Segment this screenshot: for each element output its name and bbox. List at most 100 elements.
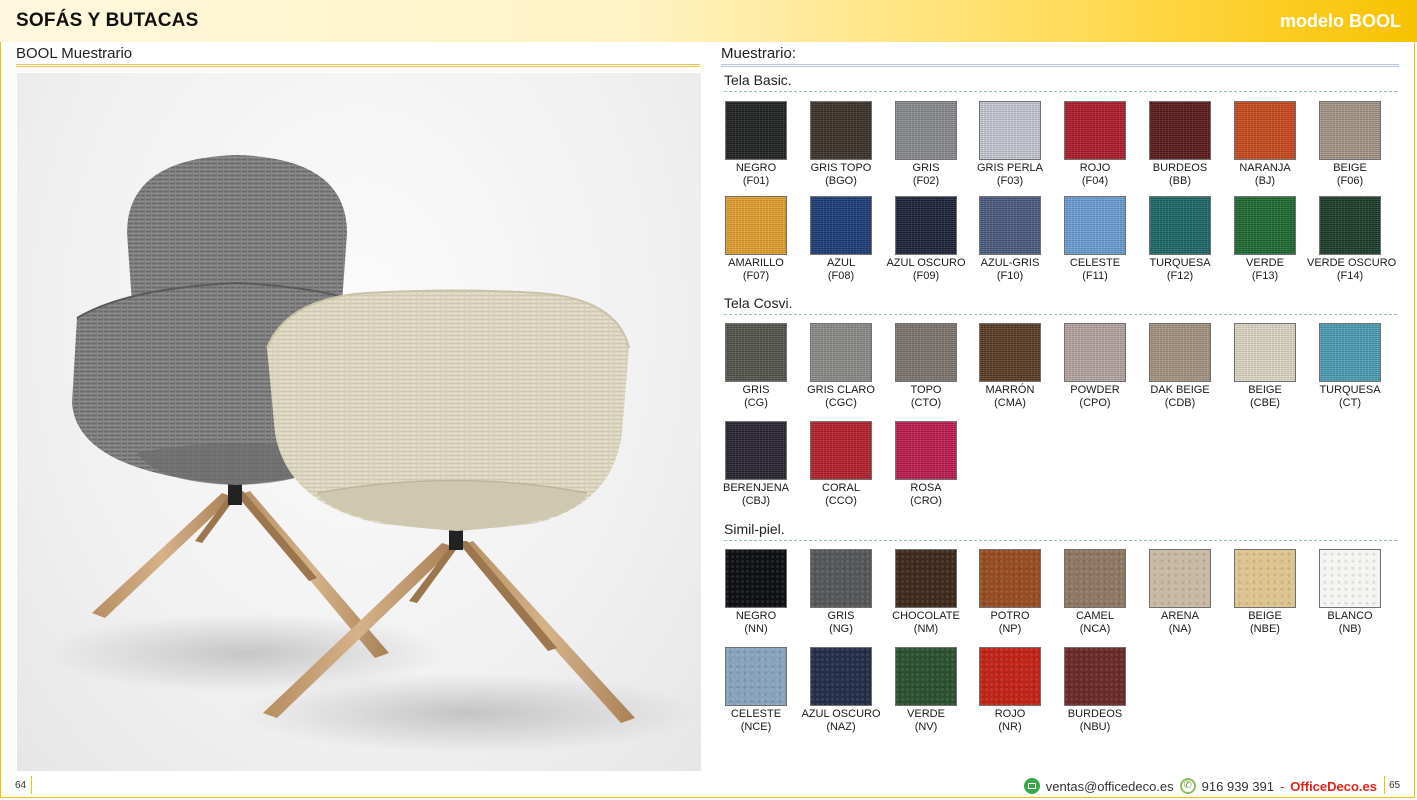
- left-heading: BOOL Muestrario: [16, 45, 133, 62]
- swatch-code: (CDB): [1164, 397, 1196, 409]
- swatch-code: (F08): [827, 270, 855, 282]
- swatch-simil[interactable]: CHOCOLATE (NM): [883, 549, 969, 636]
- section-rule-cosvi: [724, 314, 1397, 315]
- swatch-simil[interactable]: GRIS (NG): [798, 549, 884, 636]
- swatch-chip: [810, 549, 872, 608]
- swatch-code: (CRO): [910, 495, 942, 507]
- swatch-simil[interactable]: BEIGE (NBE): [1222, 549, 1308, 636]
- swatch-name: TURQUESA: [1149, 257, 1211, 269]
- swatch-code: (NBE): [1250, 623, 1280, 635]
- swatch-cosvi[interactable]: GRIS (CG): [713, 323, 799, 410]
- swatch-cosvi[interactable]: GRIS CLARO (CGC): [798, 323, 884, 410]
- page-number-right: 65: [1389, 780, 1401, 791]
- swatch-basic[interactable]: ROJO (F04): [1052, 101, 1138, 188]
- swatch-basic[interactable]: VERDE (F13): [1222, 196, 1308, 283]
- section-title-basic: Tela Basic.: [724, 72, 792, 88]
- swatch-chip: [725, 421, 787, 480]
- swatch-code: (F02): [912, 175, 940, 187]
- swatch-name: CORAL: [822, 482, 860, 494]
- swatch-simil[interactable]: BURDEOS (NBU): [1052, 647, 1138, 734]
- section-title-cosvi: Tela Cosvi.: [724, 295, 793, 311]
- swatch-simil[interactable]: CAMEL (NCA): [1052, 549, 1138, 636]
- left-divider: [16, 64, 700, 67]
- swatch-chip: [895, 196, 957, 255]
- swatch-basic[interactable]: GRIS (F02): [883, 101, 969, 188]
- swatch-basic[interactable]: BEIGE (F06): [1307, 101, 1393, 188]
- swatch-cosvi[interactable]: DAK BEIGE (CDB): [1137, 323, 1223, 410]
- swatch-chip: [1064, 196, 1126, 255]
- swatch-code: (NV): [914, 721, 938, 733]
- swatch-chip: [1234, 101, 1296, 160]
- mail-icon: [1023, 778, 1040, 794]
- swatch-name: CELESTE: [730, 708, 782, 720]
- swatch-code: (BB): [1169, 175, 1191, 187]
- swatch-code: (CPO): [1079, 397, 1111, 409]
- swatch-chip: [895, 647, 957, 706]
- swatch-basic[interactable]: AZUL OSCURO (F09): [883, 196, 969, 283]
- swatch-chip: [979, 196, 1041, 255]
- swatch-cosvi[interactable]: CORAL (CCO): [798, 421, 884, 508]
- footer-email[interactable]: ventas@officedeco.es: [1046, 779, 1174, 794]
- swatch-chip: [1319, 549, 1381, 608]
- swatch-chip: [725, 101, 787, 160]
- swatch-basic[interactable]: TURQUESA (F12): [1137, 196, 1223, 283]
- swatch-simil[interactable]: ARENA (NA): [1137, 549, 1223, 636]
- page-title: SOFÁS Y BUTACAS: [16, 10, 199, 31]
- swatch-simil[interactable]: ROJO (NR): [967, 647, 1053, 734]
- swatch-name: VERDE OSCURO: [1307, 257, 1397, 269]
- swatch-code: (NM): [913, 623, 939, 635]
- swatch-name: AZUL OSCURO: [886, 257, 966, 269]
- swatch-chip: [979, 549, 1041, 608]
- swatch-name: GRIS PERLA: [976, 162, 1044, 174]
- swatch-simil[interactable]: CELESTE (NCE): [713, 647, 799, 734]
- swatch-basic[interactable]: AMARILLO (F07): [713, 196, 799, 283]
- swatch-cosvi[interactable]: POWDER (CPO): [1052, 323, 1138, 410]
- swatch-name: NARANJA: [1239, 162, 1291, 174]
- swatch-simil[interactable]: VERDE (NV): [883, 647, 969, 734]
- swatch-code: (CGC): [825, 397, 857, 409]
- swatch-simil[interactable]: BLANCO (NB): [1307, 549, 1393, 636]
- swatch-code: (NAZ): [826, 721, 856, 733]
- swatch-cosvi[interactable]: TURQUESA (CT): [1307, 323, 1393, 410]
- swatch-chip: [810, 647, 872, 706]
- swatch-name: ROSA: [910, 482, 942, 494]
- swatch-basic[interactable]: GRIS PERLA (F03): [967, 101, 1053, 188]
- swatch-chip: [1319, 101, 1381, 160]
- swatch-basic[interactable]: GRIS TOPO (BGO): [798, 101, 884, 188]
- swatch-code: (NCA): [1079, 623, 1111, 635]
- swatch-basic[interactable]: NARANJA (BJ): [1222, 101, 1308, 188]
- swatch-chip: [1149, 549, 1211, 608]
- footer-brand[interactable]: OfficeDeco.es: [1290, 779, 1377, 794]
- swatch-cosvi[interactable]: MARRÓN (CMA): [967, 323, 1053, 410]
- swatch-cosvi[interactable]: BEIGE (CBE): [1222, 323, 1308, 410]
- swatch-chip: [1149, 323, 1211, 382]
- footer-phone[interactable]: 916 939 391: [1202, 779, 1274, 794]
- swatch-chip: [895, 101, 957, 160]
- swatch-basic[interactable]: AZUL (F08): [798, 196, 884, 283]
- swatch-chip: [810, 421, 872, 480]
- swatch-basic[interactable]: CELESTE (F11): [1052, 196, 1138, 283]
- swatch-name: POWDER: [1070, 384, 1120, 396]
- swatch-chip: [810, 101, 872, 160]
- swatch-chip: [979, 101, 1041, 160]
- swatch-chip: [725, 647, 787, 706]
- swatch-cosvi[interactable]: ROSA (CRO): [883, 421, 969, 508]
- swatch-basic[interactable]: AZUL-GRIS (F10): [967, 196, 1053, 283]
- swatch-code: (NN): [744, 623, 768, 635]
- swatch-basic[interactable]: NEGRO (F01): [713, 101, 799, 188]
- swatch-cosvi[interactable]: TOPO (CTO): [883, 323, 969, 410]
- swatch-simil[interactable]: POTRO (NP): [967, 549, 1053, 636]
- header-band: SOFÁS Y BUTACAS modelo BOOL: [0, 0, 1417, 42]
- swatch-name: GRIS TOPO: [810, 162, 872, 174]
- swatch-simil[interactable]: NEGRO (NN): [713, 549, 799, 636]
- swatch-code: (CG): [744, 397, 768, 409]
- swatch-name: CAMEL: [1076, 610, 1114, 622]
- swatch-name: CELESTE: [1069, 257, 1121, 269]
- swatch-code: (NG): [829, 623, 853, 635]
- swatch-basic[interactable]: BURDEOS (BB): [1137, 101, 1223, 188]
- swatch-cosvi[interactable]: BERENJENA (CBJ): [713, 421, 799, 508]
- swatch-simil[interactable]: AZUL OSCURO (NAZ): [798, 647, 884, 734]
- product-photo: [17, 73, 701, 771]
- swatch-basic[interactable]: VERDE OSCURO (F14): [1307, 196, 1397, 283]
- swatch-name: BEIGE: [1333, 162, 1367, 174]
